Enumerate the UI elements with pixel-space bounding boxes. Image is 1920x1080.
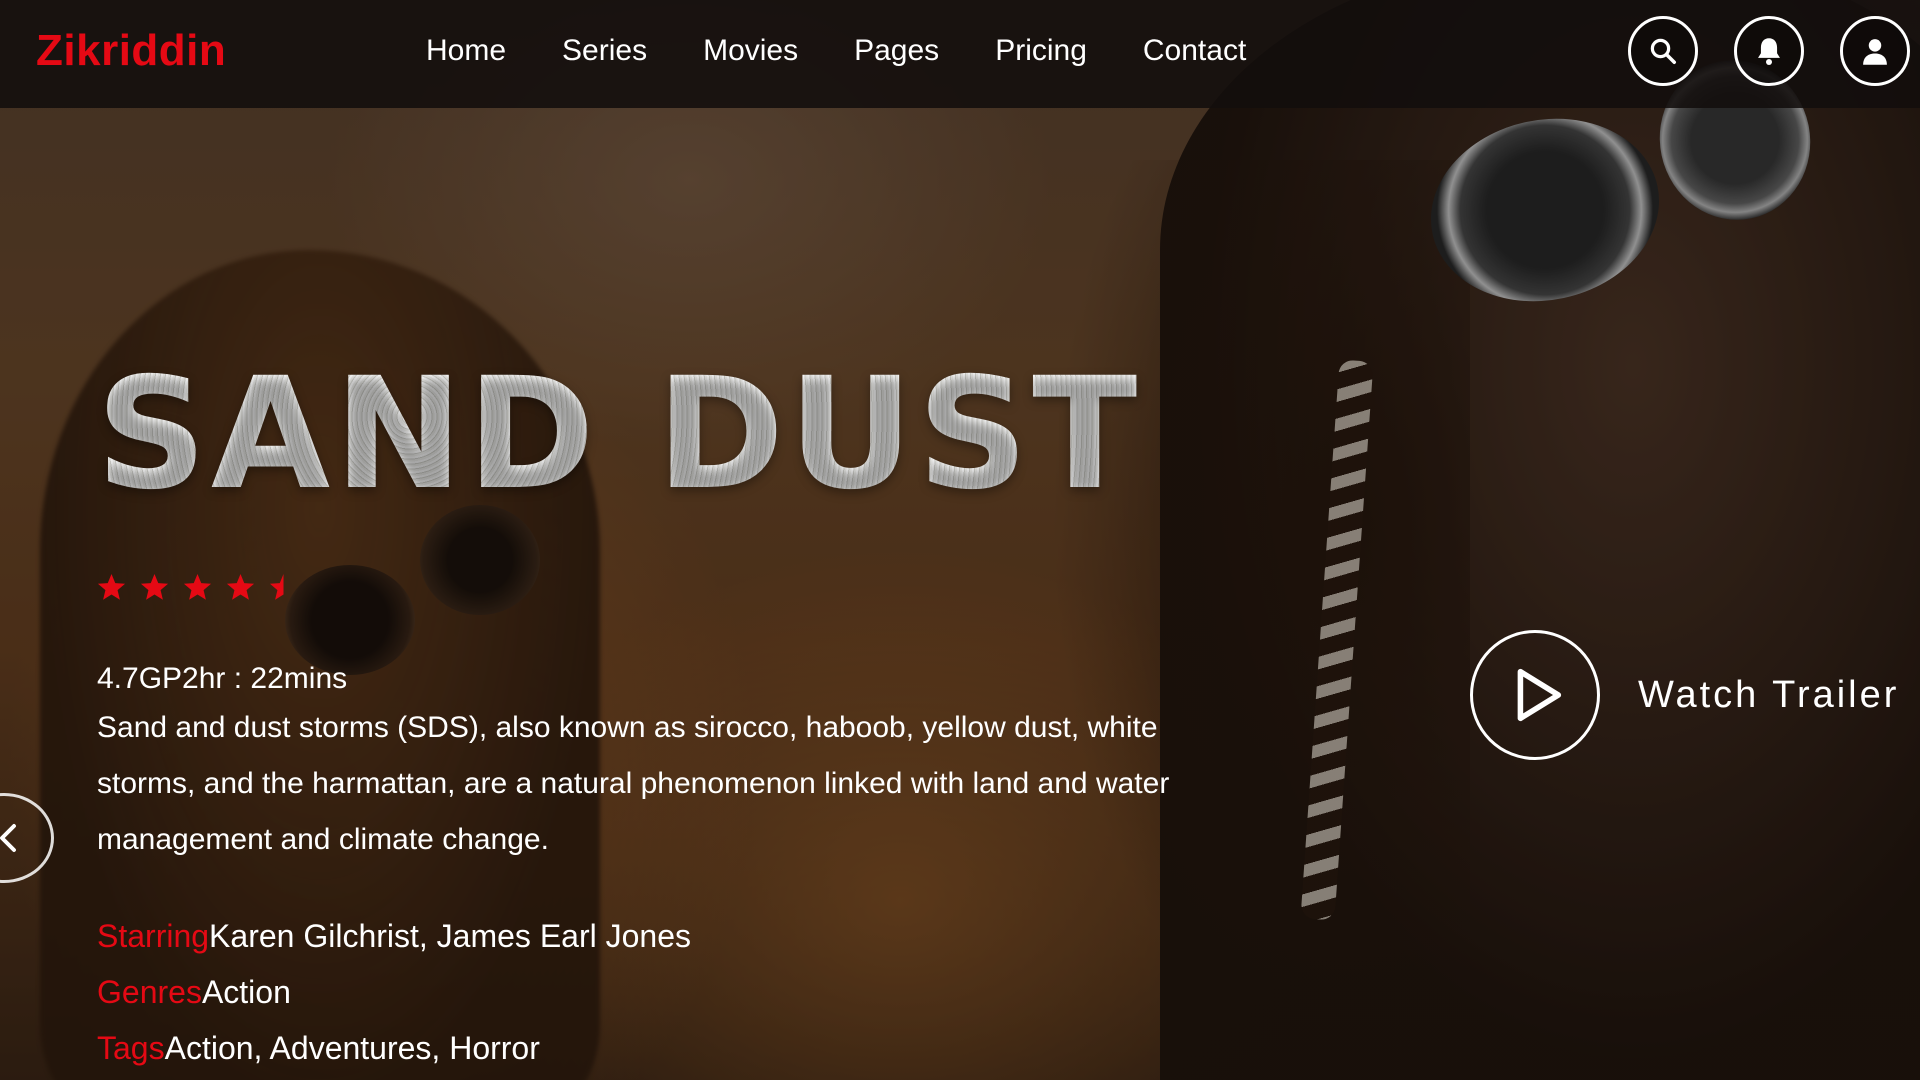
starring-value: Karen Gilchrist, James Earl Jones [209, 918, 691, 954]
star-icon [97, 573, 126, 600]
tags-row: TagsAction, Adventures, Horror [97, 1030, 540, 1067]
genres-label: Genres [97, 974, 202, 1010]
nav-link-pages[interactable]: Pages [854, 34, 939, 68]
starring-label: Starring [97, 918, 210, 954]
genres-row: GenresAction [97, 974, 291, 1011]
brand-logo[interactable]: Zikriddin [36, 26, 226, 76]
nav-icon-group [1628, 16, 1910, 86]
nav-menu: Home Series Movies Pages Pricing Contact [426, 34, 1302, 68]
movie-description: Sand and dust storms (SDS), also known a… [97, 711, 1170, 856]
movie-meta: 4.7GP2hr : 22mins [97, 662, 348, 695]
nav-link-home[interactable]: Home [426, 34, 506, 68]
chevron-left-icon [0, 824, 16, 852]
watch-trailer-button[interactable]: Watch Trailer [1470, 630, 1899, 760]
star-icon [140, 573, 169, 600]
hero-banner: Zikriddin Home Series Movies Pages Prici… [0, 0, 1920, 1080]
profile-button[interactable] [1840, 16, 1910, 86]
tags-value: Action, Adventures, Horror [164, 1030, 540, 1066]
nav-link-pricing[interactable]: Pricing [995, 34, 1087, 68]
top-navbar: Zikriddin Home Series Movies Pages Prici… [0, 0, 1920, 108]
tags-label: Tags [97, 1030, 165, 1066]
play-icon [1517, 668, 1562, 722]
starring-row: StarringKaren Gilchrist, James Earl Jone… [97, 918, 691, 955]
genres-value: Action [201, 974, 291, 1010]
nav-link-series[interactable]: Series [562, 34, 647, 68]
bell-icon [1758, 38, 1780, 65]
rating-stars [96, 572, 299, 603]
user-icon [1863, 39, 1887, 65]
search-icon [1650, 38, 1676, 64]
movie-title: SAND DUST [96, 345, 1142, 524]
nav-link-contact[interactable]: Contact [1143, 34, 1246, 68]
star-icon [183, 573, 212, 600]
nav-link-movies[interactable]: Movies [703, 34, 798, 68]
play-button[interactable] [1470, 630, 1600, 760]
watch-trailer-label: Watch Trailer [1638, 673, 1900, 716]
notifications-button[interactable] [1734, 16, 1804, 86]
half-star-icon [269, 573, 284, 600]
star-icon [226, 573, 255, 600]
search-button[interactable] [1628, 16, 1698, 86]
